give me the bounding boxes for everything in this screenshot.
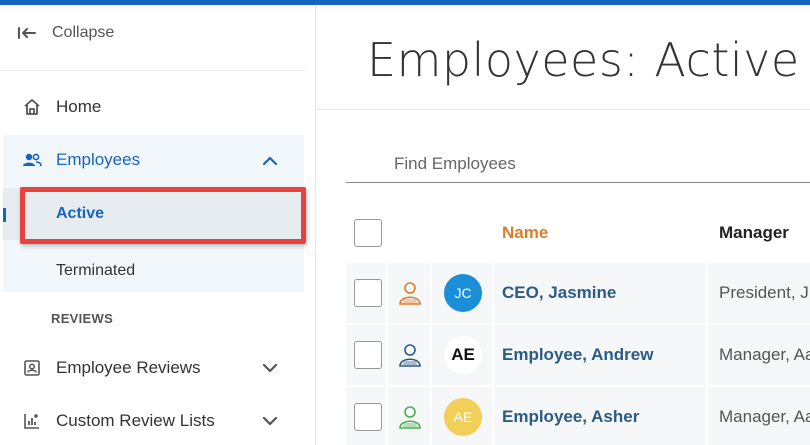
table-row: AE Employee, Asher Manager, Aa — [346, 387, 810, 445]
collapse-arrow-icon — [18, 24, 40, 42]
row-checkbox[interactable] — [354, 341, 382, 369]
column-header-name[interactable]: Name — [502, 223, 548, 243]
table-header: Name Manager — [346, 201, 810, 259]
person-icon — [390, 387, 432, 445]
employee-name-link[interactable]: Employee, Asher — [496, 387, 708, 445]
sidebar-item-employee-reviews-label: Employee Reviews — [56, 358, 201, 377]
sidebar-item-terminated[interactable]: Terminated — [3, 245, 304, 297]
sidebar-item-employees-label: Employees — [56, 150, 141, 169]
manager-cell: Manager, Aa — [719, 345, 810, 364]
manager-cell: President, J — [719, 283, 809, 302]
select-all-checkbox[interactable] — [354, 219, 382, 247]
sidebar-item-active-label: Active — [56, 205, 105, 222]
home-icon — [22, 97, 42, 117]
sidebar-item-active[interactable]: Active — [3, 188, 304, 240]
employee-table: Name Manager JC CEO, Jasmine President, … — [346, 201, 810, 445]
sidebar-item-terminated-label: Terminated — [56, 262, 136, 279]
title-divider — [317, 109, 810, 110]
person-icon — [390, 263, 432, 323]
sidebar-divider — [0, 70, 305, 71]
employee-name-link[interactable]: CEO, Jasmine — [496, 263, 708, 323]
collapse-button[interactable]: Collapse — [18, 21, 114, 45]
chart-list-icon — [22, 411, 42, 431]
avatar: AE — [444, 398, 482, 436]
column-header-manager[interactable]: Manager — [719, 223, 789, 243]
people-icon — [22, 150, 42, 170]
chevron-down-icon[interactable] — [260, 358, 280, 378]
employee-name-link[interactable]: Employee, Andrew — [496, 325, 708, 385]
sidebar: Collapse Home Employees Active Terminate… — [0, 5, 316, 445]
sidebar-item-custom-review-lists-label: Custom Review Lists — [56, 411, 215, 430]
avatar: JC — [444, 274, 482, 312]
chevron-up-icon[interactable] — [260, 150, 280, 170]
chevron-down-icon[interactable] — [260, 411, 280, 431]
sidebar-item-home[interactable]: Home — [0, 87, 305, 127]
reviews-section-heading: REVIEWS — [51, 311, 114, 326]
sidebar-item-employees[interactable]: Employees — [0, 140, 305, 180]
row-checkbox[interactable] — [354, 403, 382, 431]
search-input[interactable] — [346, 145, 810, 183]
avatar: AE — [444, 336, 482, 374]
collapse-label: Collapse — [52, 24, 115, 41]
sidebar-item-custom-review-lists[interactable]: Custom Review Lists — [0, 401, 305, 441]
sidebar-item-employee-reviews[interactable]: Employee Reviews — [0, 348, 305, 388]
active-indicator — [3, 208, 6, 222]
main-content: Employees: Active Name Manager JC CEO, J… — [317, 5, 810, 445]
sidebar-item-home-label: Home — [56, 97, 102, 116]
page-title: Employees: Active — [367, 33, 800, 87]
person-icon — [390, 325, 432, 385]
manager-cell: Manager, Aa — [719, 407, 810, 426]
table-row: AE Employee, Andrew Manager, Aa — [346, 325, 810, 387]
table-row: JC CEO, Jasmine President, J — [346, 263, 810, 325]
review-badge-icon — [22, 358, 42, 378]
row-checkbox[interactable] — [354, 279, 382, 307]
